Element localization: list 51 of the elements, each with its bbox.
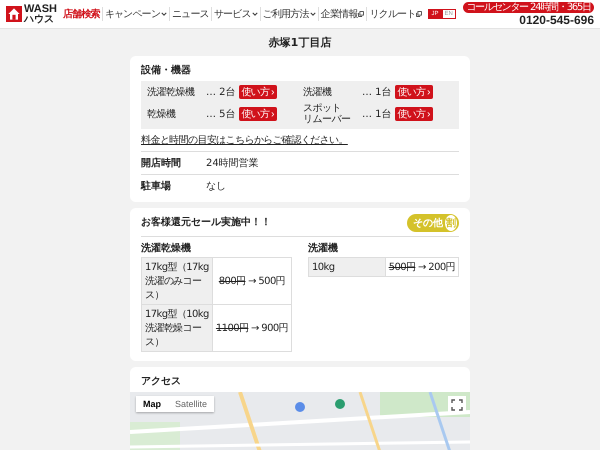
- machine-name: 洗濯乾燥機: [147, 86, 194, 98]
- map-type-button[interactable]: Satellite: [168, 396, 214, 412]
- house-icon: [6, 6, 22, 22]
- phone-number[interactable]: 0120-545-696: [519, 12, 594, 26]
- how-to-button[interactable]: 使い方 ›: [238, 85, 277, 99]
- machine-count: … 1台: [362, 86, 392, 99]
- machine-count: … 5台: [206, 108, 236, 121]
- chevron-down-icon: [310, 11, 316, 17]
- external-link-icon: [416, 11, 422, 17]
- section-heading: 設備・機器: [141, 64, 192, 77]
- info-value: なし: [206, 180, 226, 193]
- discount-icon: 割: [445, 215, 457, 231]
- nav-link[interactable]: ニュース: [169, 7, 211, 21]
- nav-link[interactable]: サービス: [210, 7, 260, 21]
- fullscreen-button[interactable]: [448, 396, 466, 414]
- nav-link[interactable]: リクルート: [366, 7, 424, 21]
- price-cell: 500円 → 200円: [385, 258, 458, 276]
- section-heading: お客様還元セール実施中！！: [141, 215, 271, 229]
- logo[interactable]: WASH ハウス: [6, 3, 57, 25]
- table-title: 洗濯機: [308, 242, 339, 255]
- map-type-button[interactable]: Map: [136, 396, 168, 412]
- chevron-down-icon: [161, 11, 168, 17]
- chevron-down-icon: [252, 11, 258, 17]
- info-value: 24時間営業: [206, 156, 259, 170]
- price-guide-link[interactable]: 料金と時間の目安はこちらからご確認ください。: [141, 133, 459, 147]
- table-cell: 17kg型（17kg洗濯のみコース）: [142, 258, 212, 304]
- category-badge: その他 割: [407, 214, 459, 232]
- how-to-button[interactable]: 使い方 ›: [394, 107, 433, 121]
- how-to-button[interactable]: 使い方 ›: [394, 85, 433, 99]
- table-title: 洗濯乾燥機: [141, 242, 192, 255]
- table-cell: 17kg型（10kg洗濯乾燥コース）: [142, 304, 212, 352]
- call-center-label: コールセンター 24時間・365日: [463, 2, 594, 12]
- machine-name: 洗濯機: [303, 86, 332, 98]
- section-heading: アクセス: [141, 375, 182, 388]
- store-title: 赤塚1丁目店: [268, 35, 332, 50]
- machine-name: スポット: [303, 103, 341, 114]
- machine-name: リムーバー: [303, 114, 350, 125]
- nav-link[interactable]: ご利用方法: [260, 7, 318, 21]
- how-to-button[interactable]: 使い方 ›: [238, 107, 277, 121]
- nav-link[interactable]: 企業情報: [318, 7, 366, 21]
- price-cell: 800円 → 500円: [212, 258, 292, 304]
- nav-link[interactable]: 店舗検索: [61, 7, 102, 21]
- machine-count: … 1台: [362, 108, 392, 121]
- price-cell: 1100円 → 900円: [212, 304, 292, 352]
- nav-link[interactable]: キャンペーン: [102, 7, 170, 21]
- machine-count: … 2台: [206, 86, 236, 99]
- table-cell: 10kg: [308, 258, 386, 276]
- info-label: 開店時間: [141, 156, 182, 170]
- external-link-icon: [358, 11, 364, 17]
- machine-name: 乾燥機: [147, 108, 176, 120]
- info-label: 駐車場: [141, 180, 172, 193]
